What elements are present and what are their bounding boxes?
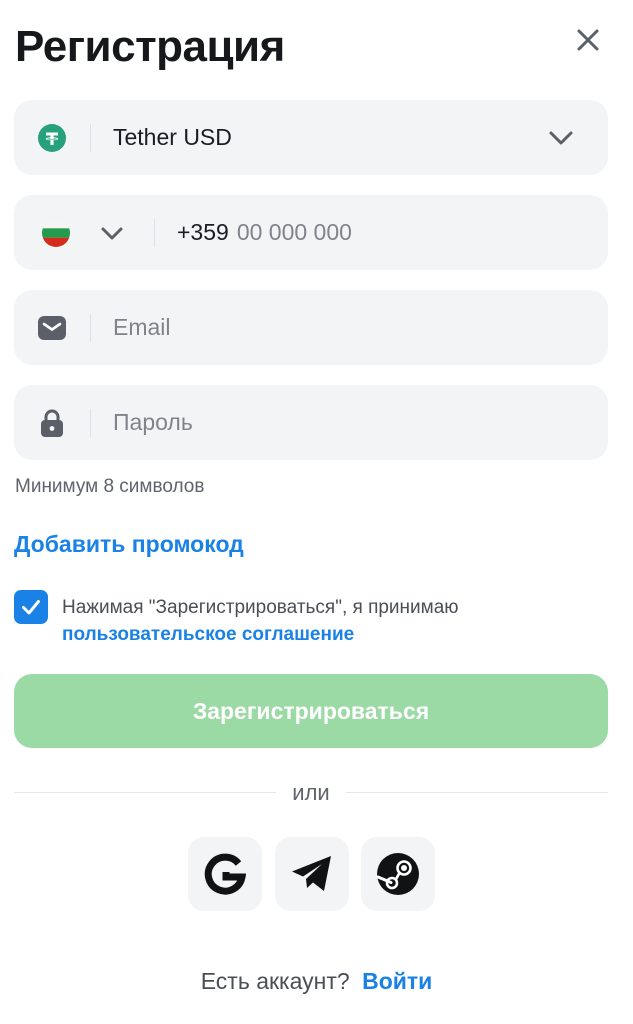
google-login-button[interactable]: [188, 837, 262, 911]
tether-icon: [38, 123, 66, 152]
login-prompt: Есть аккаунт? Войти: [0, 968, 633, 995]
chevron-down-icon: [549, 131, 573, 145]
password-field[interactable]: [14, 385, 608, 460]
add-promo-code-link[interactable]: Добавить промокод: [14, 531, 244, 558]
telegram-login-button[interactable]: [275, 837, 349, 911]
google-icon: [204, 853, 246, 895]
login-link[interactable]: Войти: [362, 968, 432, 994]
user-agreement-link[interactable]: пользовательское соглашение: [62, 621, 459, 648]
check-icon: [22, 600, 40, 615]
close-icon: [577, 29, 599, 51]
password-hint: Минимум 8 символов: [15, 476, 205, 497]
have-account-text: Есть аккаунт?: [200, 968, 350, 994]
phone-field[interactable]: +359 00 000 000: [14, 195, 608, 270]
chevron-down-icon: [101, 227, 123, 239]
email-input[interactable]: [91, 314, 551, 341]
mail-icon: [38, 315, 66, 340]
agreement-checkbox[interactable]: [14, 590, 48, 624]
steam-login-button[interactable]: [361, 837, 435, 911]
register-button[interactable]: Зарегистрироваться: [14, 674, 608, 748]
divider-line: [346, 792, 608, 793]
agreement-text: Нажимая "Зарегистрироваться", я принимаю: [62, 597, 459, 618]
registration-modal: Регистрация Tether USD +359 00 000 000 E…: [0, 0, 633, 1024]
page-title: Регистрация: [15, 22, 285, 71]
bulgaria-flag-icon: [42, 218, 70, 247]
or-label: или: [292, 780, 330, 805]
telegram-icon: [292, 856, 331, 891]
steam-icon: [376, 853, 419, 895]
lock-icon: [41, 409, 63, 437]
password-input[interactable]: [91, 409, 551, 436]
phone-country-code: +359: [177, 219, 229, 245]
country-select[interactable]: [14, 218, 154, 247]
currency-select[interactable]: Tether USD: [14, 100, 608, 175]
email-field[interactable]: [14, 290, 608, 365]
divider-line: [14, 792, 276, 793]
currency-value: Tether USD: [113, 124, 232, 150]
phone-input[interactable]: 00 000 000: [229, 219, 352, 246]
close-button[interactable]: [570, 22, 606, 58]
